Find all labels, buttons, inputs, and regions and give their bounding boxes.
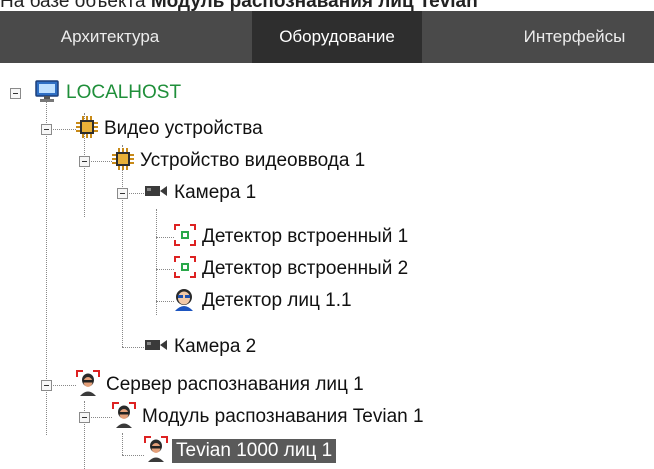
detector-icon bbox=[174, 223, 196, 251]
computer-icon bbox=[34, 79, 60, 108]
tab-interfaces[interactable]: Интерфейсы bbox=[495, 11, 654, 63]
caption: На базе объекта Модуль распознавания лиц… bbox=[0, 0, 478, 12]
chip-icon bbox=[112, 147, 134, 175]
collapse-toggle[interactable] bbox=[10, 88, 21, 99]
tab-bar: Архитектура Оборудование Интерфейсы bbox=[0, 11, 654, 63]
tree-label: Видео устройства bbox=[104, 118, 263, 139]
tree-line bbox=[122, 347, 144, 348]
tree-node-localhost[interactable]: LOCALHOST bbox=[34, 77, 181, 109]
collapse-toggle[interactable] bbox=[117, 188, 128, 199]
tree-line bbox=[122, 433, 123, 455]
tree-node-tevian-item[interactable]: Tevian 1000 лиц 1 bbox=[144, 435, 337, 467]
tree-label: Детектор встроенный 1 bbox=[202, 226, 409, 247]
face-server-icon bbox=[76, 369, 100, 401]
tree-node-face-detector[interactable]: Детектор лиц 1.1 bbox=[172, 285, 352, 317]
tree-node-detector-1[interactable]: Детектор встроенный 1 bbox=[174, 221, 408, 253]
tree-line bbox=[156, 237, 174, 238]
collapse-toggle[interactable] bbox=[41, 124, 52, 135]
tree-node-video-devices[interactable]: Видео устройства bbox=[76, 113, 263, 145]
camera-icon bbox=[144, 337, 168, 358]
tree-node-video-input[interactable]: Устройство видеоввода 1 bbox=[112, 145, 365, 177]
face-server-icon bbox=[112, 401, 136, 433]
tree-line bbox=[122, 455, 144, 456]
tree-label: Модуль распознавания Tevian 1 bbox=[142, 406, 424, 427]
tree-label: Детектор лиц 1.1 bbox=[202, 290, 352, 311]
tree-node-camera-2[interactable]: Камера 2 bbox=[144, 331, 256, 363]
hardware-tree: LOCALHOST Видео устройства Устройство ви… bbox=[0, 63, 654, 469]
tree-label: LOCALHOST bbox=[66, 82, 182, 103]
face-server-icon bbox=[144, 435, 168, 467]
tree-node-face-server[interactable]: Сервер распознавания лиц 1 bbox=[76, 369, 364, 401]
collapse-toggle[interactable] bbox=[41, 380, 52, 391]
tree-node-detector-2[interactable]: Детектор встроенный 2 bbox=[174, 253, 408, 285]
tree-label: Устройство видеоввода 1 bbox=[140, 150, 366, 171]
tree-node-camera-1[interactable]: Камера 1 bbox=[144, 177, 256, 209]
tree-label: Детектор встроенный 2 bbox=[202, 258, 409, 279]
collapse-toggle[interactable] bbox=[79, 156, 90, 167]
tree-label: Камера 1 bbox=[174, 182, 257, 203]
chip-icon bbox=[76, 115, 98, 143]
tree-line bbox=[156, 269, 174, 270]
collapse-toggle[interactable] bbox=[79, 412, 90, 423]
tree-label-selected: Tevian 1000 лиц 1 bbox=[172, 439, 337, 463]
detector-icon bbox=[174, 255, 196, 283]
tree-node-tevian-module[interactable]: Модуль распознавания Tevian 1 bbox=[112, 401, 424, 433]
tree-label: Камера 2 bbox=[174, 336, 257, 357]
tree-label: Сервер распознавания лиц 1 bbox=[106, 374, 364, 395]
face-detector-icon bbox=[172, 287, 196, 316]
tab-equipment[interactable]: Оборудование bbox=[252, 11, 422, 63]
camera-icon bbox=[144, 183, 168, 204]
tree-line bbox=[156, 209, 157, 315]
tab-architecture[interactable]: Архитектура bbox=[0, 11, 220, 63]
